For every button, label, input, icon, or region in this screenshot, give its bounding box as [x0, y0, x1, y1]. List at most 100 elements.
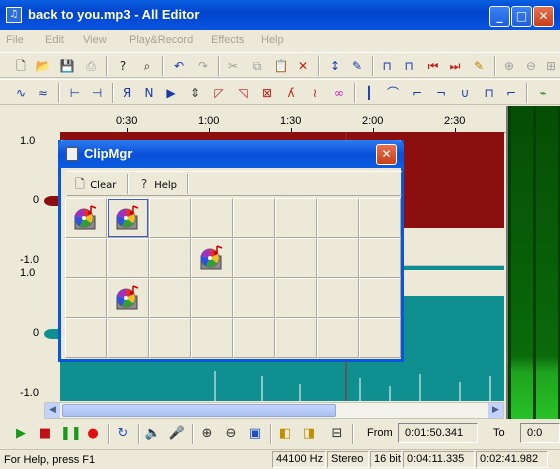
marker-right-icon[interactable]: ⊓: [400, 57, 418, 75]
clip-slot[interactable]: [191, 278, 233, 318]
clip-slot[interactable]: [65, 198, 107, 238]
clip-slot[interactable]: [233, 318, 275, 358]
clip-slot[interactable]: [191, 198, 233, 238]
scroll-left-icon[interactable]: ◀: [45, 403, 60, 418]
menu-play-record[interactable]: Play&Record: [129, 34, 193, 46]
clip-slot[interactable]: [317, 278, 359, 318]
clip-settings-icon[interactable]: ⊞: [542, 57, 560, 75]
clip-slot[interactable]: [275, 198, 317, 238]
horizontal-scrollbar[interactable]: ◀ ▶: [44, 402, 504, 419]
echo-icon[interactable]: ʎ: [282, 84, 300, 102]
properties-icon[interactable]: ⊟: [328, 425, 346, 443]
marker-edit-icon[interactable]: ✎: [470, 57, 488, 75]
zoom-in-icon[interactable]: ⊕: [198, 425, 216, 443]
zoom-full-icon[interactable]: ◨: [300, 425, 318, 443]
add-clip-icon[interactable]: ⊕: [500, 57, 518, 75]
select-tool-icon[interactable]: ↕: [326, 57, 344, 75]
menu-effects[interactable]: Effects: [211, 34, 244, 46]
timeline-ruler[interactable]: 0:30 1:00 1:30 2:00 2:30: [0, 106, 506, 133]
microphone-icon[interactable]: 🎤: [168, 425, 186, 443]
cut-icon[interactable]: ✂: [224, 57, 242, 75]
to-time-field[interactable]: 0:0: [520, 423, 560, 443]
menu-file[interactable]: File: [6, 34, 24, 46]
menu-view[interactable]: View: [83, 34, 107, 46]
go-start-icon[interactable]: ⏮: [424, 57, 442, 75]
open-folder-icon[interactable]: 📂: [34, 57, 52, 75]
volume-icon[interactable]: 🔈: [144, 425, 162, 443]
fade-out-icon[interactable]: ◹: [234, 84, 252, 102]
play-icon[interactable]: ▶: [12, 425, 30, 443]
maximize-button[interactable]: □: [511, 6, 532, 27]
high-pass-icon[interactable]: ¬: [432, 84, 450, 102]
spectrum-icon[interactable]: ⌁: [534, 84, 552, 102]
chorus-icon[interactable]: ∞: [330, 84, 348, 102]
clip-slot[interactable]: [107, 318, 149, 358]
from-time-field[interactable]: 0:01:50.341: [398, 423, 478, 443]
menu-edit[interactable]: Edit: [45, 34, 64, 46]
help-icon[interactable]: ?: [114, 57, 132, 75]
waveform-icon[interactable]: ∿: [12, 84, 30, 102]
clip-slot[interactable]: [65, 318, 107, 358]
minimize-button[interactable]: _: [489, 6, 510, 27]
save-icon[interactable]: 💾: [58, 57, 76, 75]
clip-slot[interactable]: [275, 278, 317, 318]
clip-slot[interactable]: [233, 238, 275, 278]
clip-slot[interactable]: [275, 318, 317, 358]
undo-icon[interactable]: ↶: [170, 57, 188, 75]
trim-icon[interactable]: ⊣: [88, 84, 106, 102]
clip-slot[interactable]: [107, 278, 149, 318]
clip-slot[interactable]: [191, 238, 233, 278]
clip-slot[interactable]: [359, 278, 401, 318]
insert-silence-icon[interactable]: ⊢: [66, 84, 84, 102]
title-bar[interactable]: ♫ back to you.mp3 - All Editor _ □ ✕: [0, 0, 560, 30]
print-icon[interactable]: ⎙: [82, 57, 100, 75]
notch-icon[interactable]: ∪: [456, 84, 474, 102]
new-file-icon[interactable]: 🗋: [12, 57, 30, 75]
app-icon[interactable]: ♫: [6, 7, 22, 23]
clip-slot[interactable]: [317, 318, 359, 358]
menu-help[interactable]: Help: [261, 34, 284, 46]
zoom-selection-icon[interactable]: ◧: [276, 425, 294, 443]
amplify-icon[interactable]: ▶: [162, 84, 180, 102]
stop-icon[interactable]: ■: [36, 425, 54, 443]
clip-slot[interactable]: [149, 198, 191, 238]
fade-in-icon[interactable]: ◸: [210, 84, 228, 102]
clip-slot[interactable]: [359, 318, 401, 358]
loop-icon[interactable]: ↻: [114, 425, 132, 443]
marker-left-icon[interactable]: ⊓: [378, 57, 396, 75]
shelf-icon[interactable]: ⌐: [502, 84, 520, 102]
clip-slot[interactable]: [359, 198, 401, 238]
clip-slot[interactable]: [275, 238, 317, 278]
clip-slot[interactable]: [233, 198, 275, 238]
pause-icon[interactable]: ❚❚: [60, 425, 82, 443]
clip-slot[interactable]: [317, 198, 359, 238]
copy-icon[interactable]: ⧉: [248, 57, 266, 75]
reverb-icon[interactable]: ≀: [306, 84, 324, 102]
clip-slot[interactable]: [149, 278, 191, 318]
pencil-tool-icon[interactable]: ✎: [348, 57, 366, 75]
crossfade-icon[interactable]: ⊠: [258, 84, 276, 102]
invert-icon[interactable]: N: [140, 84, 158, 102]
clip-slot[interactable]: [191, 318, 233, 358]
clip-slot[interactable]: [233, 278, 275, 318]
zoom-out-icon[interactable]: ⊖: [222, 425, 240, 443]
clip-slot[interactable]: [149, 238, 191, 278]
band-pass-icon[interactable]: ⌒: [384, 84, 402, 102]
remove-clip-icon[interactable]: ⊖: [522, 57, 540, 75]
help-button[interactable]: ? Help: [137, 174, 177, 194]
clip-slot[interactable]: [317, 238, 359, 278]
normalize-icon[interactable]: ⇕: [186, 84, 204, 102]
paste-icon[interactable]: 📋: [272, 57, 290, 75]
record-icon[interactable]: ●: [84, 425, 102, 443]
clip-slot[interactable]: [107, 198, 149, 238]
scroll-right-icon[interactable]: ▶: [488, 403, 503, 418]
low-pass-icon[interactable]: ⌐: [408, 84, 426, 102]
clip-slot[interactable]: [149, 318, 191, 358]
delete-icon[interactable]: ✕: [294, 57, 312, 75]
context-help-icon[interactable]: ⌕: [138, 57, 156, 75]
clip-slot[interactable]: [65, 278, 107, 318]
clip-slot[interactable]: [359, 238, 401, 278]
band-stop-icon[interactable]: ⊓: [480, 84, 498, 102]
waveform-stretch-icon[interactable]: ≈: [34, 84, 52, 102]
dialog-title-bar[interactable]: ClipMgr ✕: [58, 140, 404, 168]
